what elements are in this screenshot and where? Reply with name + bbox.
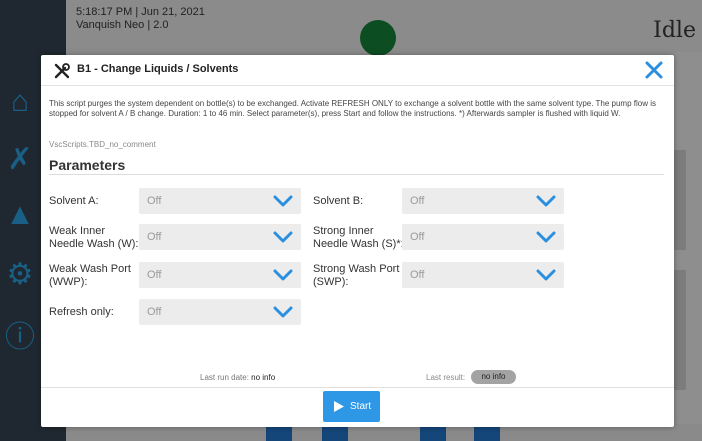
- side-panel: [672, 150, 686, 250]
- timestamp: 5:18:17 PM | Jun 21, 2021: [76, 6, 205, 18]
- footer-divider: [41, 387, 674, 388]
- strong-inner-label: Strong Inner Needle Wash (S)*:: [313, 225, 404, 250]
- close-icon[interactable]: [642, 58, 666, 82]
- chevron-down-icon: [536, 195, 556, 207]
- dropdown-value: Off: [410, 195, 425, 207]
- refresh-only-dropdown[interactable]: Off: [139, 299, 301, 325]
- dropdown-value: Off: [147, 306, 162, 318]
- dropdown-value: Off: [410, 269, 425, 281]
- health-icon: [360, 20, 396, 56]
- weak-inner-label: Weak Inner Needle Wash (W):: [49, 225, 139, 250]
- instrument-name: Vanquish Neo | 2.0: [76, 19, 169, 31]
- dropdown-value: Off: [147, 231, 162, 243]
- refresh-only-label: Refresh only:: [49, 306, 114, 318]
- instrument-info: 5:18:17 PM | Jun 21, 2021 Vanquish Neo |…: [76, 6, 205, 32]
- chevron-down-icon: [273, 231, 293, 243]
- dropdown-value: Off: [147, 269, 162, 281]
- dialog-title: B1 - Change Liquids / Solvents: [77, 63, 239, 75]
- home-icon[interactable]: ⌂: [0, 82, 40, 122]
- script-name: VscScripts.TBD_no_comment: [49, 140, 156, 149]
- weak-port-dropdown[interactable]: Off: [139, 262, 301, 288]
- dialog-header: B1 - Change Liquids / Solvents: [41, 55, 674, 86]
- solvent-b-label: Solvent B:: [313, 195, 364, 207]
- gear-icon[interactable]: ⚙: [0, 255, 40, 295]
- change-liquids-dialog: B1 - Change Liquids / Solvents This scri…: [41, 55, 674, 427]
- bell-icon[interactable]: ▲: [0, 195, 40, 235]
- strong-inner-dropdown[interactable]: Off: [402, 224, 564, 250]
- play-icon: [334, 401, 344, 412]
- status-text: Idle: [653, 18, 696, 43]
- divider: [49, 174, 664, 175]
- chevron-down-icon: [536, 231, 556, 243]
- tools-icon[interactable]: ✗: [0, 140, 40, 180]
- chevron-down-icon: [273, 195, 293, 207]
- last-run-value: no info: [251, 373, 276, 382]
- chevron-down-icon: [273, 269, 293, 281]
- side-panel: [672, 270, 686, 390]
- script-description: This script purges the system dependent …: [49, 99, 656, 118]
- start-label: Start: [350, 401, 372, 412]
- solvent-b-dropdown[interactable]: Off: [402, 188, 564, 214]
- info-icon[interactable]: ⓘ: [0, 318, 40, 358]
- chevron-down-icon: [273, 306, 293, 318]
- solvent-a-label: Solvent A:: [49, 195, 99, 207]
- strong-port-dropdown[interactable]: Off: [402, 262, 564, 288]
- weak-inner-dropdown[interactable]: Off: [139, 224, 301, 250]
- solvent-a-dropdown[interactable]: Off: [139, 188, 301, 214]
- dropdown-value: Off: [410, 231, 425, 243]
- last-run-date: Last run date: no info: [200, 373, 276, 382]
- chevron-down-icon: [536, 269, 556, 281]
- last-result-label: Last result:: [426, 373, 466, 382]
- parameters-heading: Parameters: [49, 157, 126, 173]
- last-result-badge: no info: [471, 370, 516, 384]
- start-button[interactable]: Start: [323, 391, 380, 422]
- strong-port-label: Strong Wash Port (SWP):: [313, 263, 400, 288]
- tools-icon: [54, 63, 70, 79]
- weak-port-label: Weak Wash Port (WWP):: [49, 263, 131, 288]
- dropdown-value: Off: [147, 195, 162, 207]
